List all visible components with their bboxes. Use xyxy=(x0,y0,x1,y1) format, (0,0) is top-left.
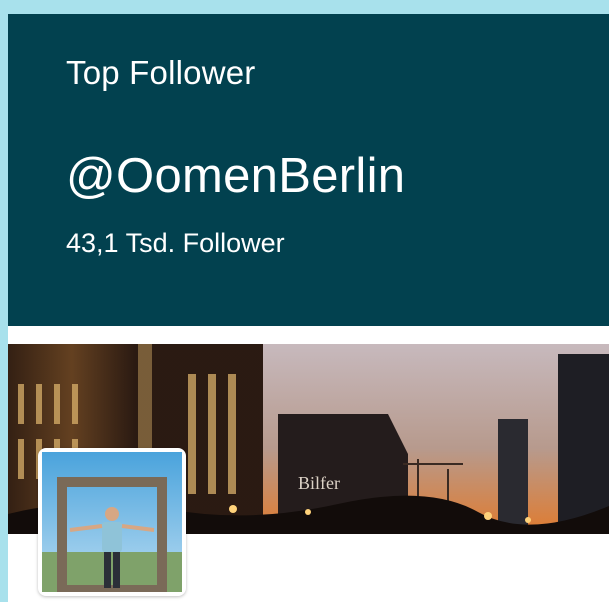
follower-handle-link[interactable]: @OomenBerlin xyxy=(66,148,405,204)
card-label: Top Follower xyxy=(66,54,256,91)
svg-text:Bilfer: Bilfer xyxy=(298,473,340,493)
top-follower-card: Top Follower @OomenBerlin 43,1 Tsd. Foll… xyxy=(8,14,609,602)
follower-count: 43,1 Tsd. Follower xyxy=(66,228,285,258)
card-header: Top Follower @OomenBerlin 43,1 Tsd. Foll… xyxy=(8,14,609,326)
profile-avatar[interactable] xyxy=(38,448,186,596)
